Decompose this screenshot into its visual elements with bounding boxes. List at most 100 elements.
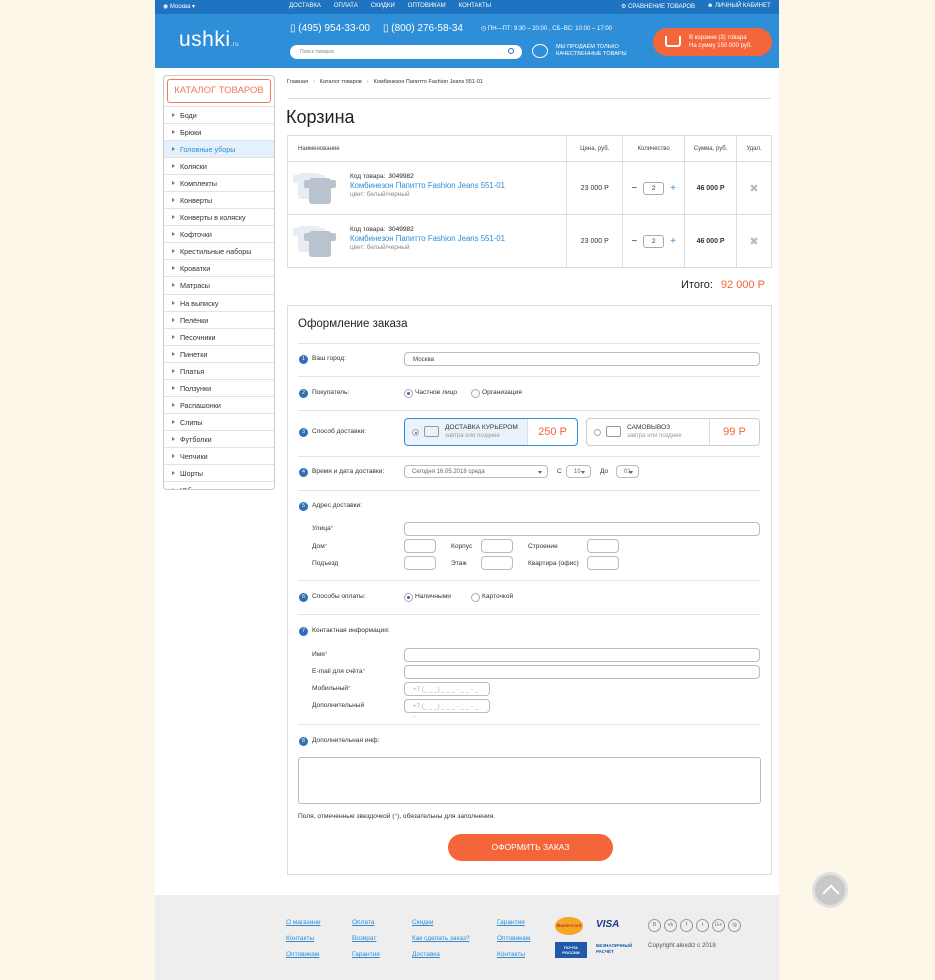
google-plus-icon[interactable]: G+	[712, 919, 725, 932]
stroenie-input[interactable]	[587, 539, 619, 553]
sidebar-item[interactable]: Распашонки	[164, 395, 274, 413]
submit-order-button[interactable]: ОФОРМИТЬ ЗАКАЗ	[448, 834, 613, 861]
sidebar-item[interactable]: Боди	[164, 106, 274, 123]
sidebar-item[interactable]: Пинетки	[164, 344, 274, 362]
street-input[interactable]	[404, 522, 760, 536]
sidebar-item[interactable]: Футболки	[164, 429, 274, 447]
delete-cell: ✖	[736, 161, 772, 215]
footer-link[interactable]: Как сделать заказ?	[412, 931, 470, 947]
city-input[interactable]: Москва	[404, 352, 760, 366]
social-b-icon[interactable]: B	[648, 919, 661, 932]
sidebar-item[interactable]: Конверты	[164, 191, 274, 208]
sidebar-item[interactable]: Комплекты	[164, 174, 274, 191]
pay-card-radio[interactable]: Карточкой	[471, 593, 513, 602]
breadcrumb-home[interactable]: Главная	[287, 79, 308, 85]
sidebar-item[interactable]: Коляски	[164, 157, 274, 174]
city-selector[interactable]: ◉ Москва ▾	[163, 3, 195, 10]
from-label: С	[557, 468, 562, 475]
sidebar-item[interactable]: Песочники	[164, 327, 274, 345]
qty-increase-button[interactable]: +	[670, 236, 676, 247]
scroll-up-button[interactable]	[812, 872, 848, 908]
delivery-courier-option[interactable]: ДОСТАВКА КУРЬЕРОМ завтра или позднее 250 …	[404, 418, 578, 446]
page-title: Корзина	[286, 107, 355, 127]
product-image[interactable]	[293, 224, 339, 260]
qty-input[interactable]: 2	[643, 234, 665, 248]
breadcrumb-catalog[interactable]: Каталог товаров	[320, 79, 362, 85]
delivery-pickup-option[interactable]: САМОВЫВОЗ завтра или позднее 99 Р	[586, 418, 760, 446]
time-from-select[interactable]: 10	[566, 465, 591, 478]
footer-link[interactable]: Контакты	[497, 947, 530, 963]
twitter-icon[interactable]: t	[696, 919, 709, 932]
footer-link[interactable]: Контакты	[286, 931, 321, 947]
pickup-radio[interactable]	[594, 429, 601, 436]
nav-wholesale[interactable]: ОПТОВИКАМ	[408, 3, 446, 9]
cart-button[interactable]: В корзине (3) товара На сумму 150 000 руб…	[653, 28, 772, 56]
kvartira-input[interactable]	[587, 556, 619, 570]
footer-link[interactable]: Скидки	[412, 915, 470, 931]
footer-link[interactable]: Оптовикам	[497, 931, 530, 947]
nav-payment[interactable]: ОПЛАТА	[334, 3, 358, 9]
podezd-input[interactable]	[404, 556, 436, 570]
sidebar-item[interactable]: На выписку	[164, 293, 274, 311]
footer-link[interactable]: Возврат	[352, 931, 380, 947]
house-label: Дом*	[312, 543, 328, 550]
footer-link[interactable]: Оптовикам	[286, 947, 321, 963]
search-icon[interactable]	[508, 48, 514, 54]
footer-link[interactable]: Гарантия	[352, 947, 380, 963]
pay-cash-radio[interactable]: Наличными	[404, 593, 451, 602]
time-to-select[interactable]: 01	[616, 465, 639, 478]
extra-info-textarea[interactable]	[298, 757, 761, 804]
working-hours: ◷ ПН—ПТ: 9:30 – 20:00 , СБ–ВС: 10:00 – 1…	[481, 26, 613, 32]
product-name-link[interactable]: Комбинезон Папитто Fashion Jeans 551-01	[350, 234, 505, 243]
courier-radio[interactable]	[412, 429, 419, 436]
search-input[interactable]: Поиск товаров	[290, 45, 522, 59]
mobile-input[interactable]: +7 (_ _ _) _ _ _ - _ _ - _ _	[404, 682, 490, 700]
footer-link[interactable]: О магазине	[286, 915, 321, 931]
nav-delivery[interactable]: ДОСТАВКА	[289, 3, 321, 9]
footer-link[interactable]: Оплата	[352, 915, 380, 931]
instagram-icon[interactable]: ig	[728, 919, 741, 932]
account-link[interactable]: ☻ ЛИЧНЫЙ КАБИНЕТ	[707, 3, 771, 9]
logo[interactable]: ushki.ru	[179, 28, 239, 52]
sidebar-item[interactable]: Матрасы	[164, 276, 274, 293]
phone-1: ▯ (495) 954-33-00	[290, 23, 370, 34]
sidebar-item[interactable]: Платья	[164, 361, 274, 379]
sidebar-item[interactable]: Крестильные наборы	[164, 242, 274, 259]
product-name-link[interactable]: Комбинезон Папитто Fashion Jeans 551-01	[350, 181, 505, 190]
nav-contacts[interactable]: КОНТАКТЫ	[459, 3, 491, 9]
delete-icon[interactable]: ✖	[749, 183, 758, 195]
facebook-icon[interactable]: f	[680, 919, 693, 932]
buyer-private-radio[interactable]: Частное лицо	[404, 389, 457, 398]
delete-icon[interactable]: ✖	[749, 236, 758, 248]
footer-link[interactable]: Гарантия	[497, 915, 530, 931]
sidebar-item[interactable]: Ползунки	[164, 378, 274, 396]
extra-phone-input[interactable]: +7 (_ _ _) _ _ _ - _ _ - _ _	[404, 699, 490, 717]
qty-input[interactable]: 2	[643, 181, 665, 195]
korpus-input[interactable]	[481, 539, 513, 553]
product-image[interactable]	[293, 171, 339, 207]
vk-icon[interactable]: vk	[664, 919, 677, 932]
etazh-input[interactable]	[481, 556, 513, 570]
name-input[interactable]	[404, 648, 760, 662]
nav-discounts[interactable]: СКИДКИ	[371, 3, 395, 9]
qty-decrease-button[interactable]: −	[631, 183, 637, 194]
qty-decrease-button[interactable]: −	[631, 236, 637, 247]
email-input[interactable]	[404, 665, 760, 679]
sidebar-item[interactable]: Юбки	[164, 481, 274, 489]
sidebar-item[interactable]: Кофточки	[164, 225, 274, 242]
sidebar-item[interactable]: Слипы	[164, 412, 274, 430]
sidebar-item[interactable]: Шорты	[164, 463, 274, 481]
sidebar-item[interactable]: Конверты в коляску	[164, 208, 274, 225]
house-input[interactable]	[404, 539, 436, 553]
russian-post-logo: ПОЧТА РОССИИ	[555, 942, 587, 958]
date-select[interactable]: Сегодня 16.05.2018 среда	[404, 465, 548, 478]
sidebar-item[interactable]: Пелёнки	[164, 310, 274, 328]
sidebar-item[interactable]: Чепчики	[164, 446, 274, 464]
qty-increase-button[interactable]: +	[670, 183, 676, 194]
compare-link[interactable]: ⚙ СРАВНЕНИЕ ТОВАРОВ	[621, 3, 695, 10]
footer-link[interactable]: Доставка	[412, 947, 470, 963]
sidebar-item[interactable]: Головные уборы	[164, 140, 274, 158]
sidebar-item[interactable]: Кроватки	[164, 259, 274, 276]
buyer-company-radio[interactable]: Организация	[471, 389, 522, 398]
sidebar-item[interactable]: Брюки	[164, 123, 274, 140]
